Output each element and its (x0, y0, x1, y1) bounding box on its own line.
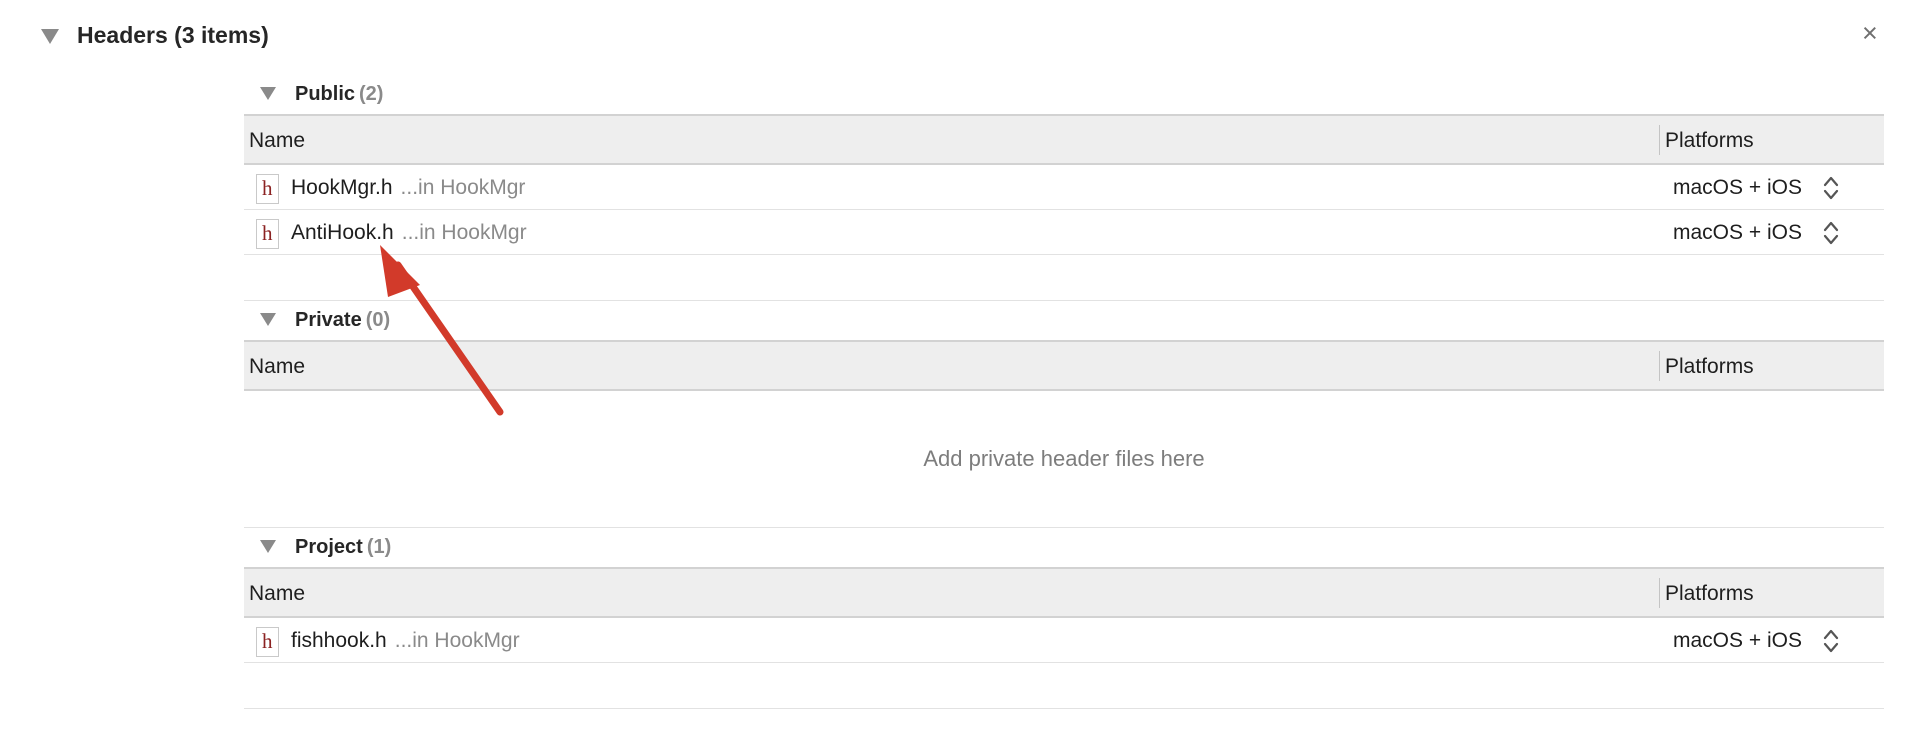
platforms-column-header[interactable]: Platforms (1665, 582, 1754, 606)
file-location: ...in HookMgr (400, 176, 526, 199)
headers-title: Headers (3 items) (77, 22, 269, 48)
header-file-icon: h (256, 174, 279, 204)
file-name: fishhook.h ...in HookMgr (291, 629, 520, 652)
up-down-stepper-icon[interactable] (1822, 174, 1840, 202)
platforms-column-header[interactable]: Platforms (1665, 355, 1754, 379)
file-name: HookMgr.h ...in HookMgr (291, 176, 526, 199)
platforms-value[interactable]: macOS + iOS (1673, 221, 1802, 245)
project-column-header: Name Platforms (244, 567, 1884, 618)
project-section-title: Project (1) (295, 536, 391, 559)
up-down-stepper-icon[interactable] (1822, 219, 1840, 247)
column-divider[interactable] (1659, 125, 1660, 155)
file-location: ...in HookMgr (394, 629, 520, 652)
headers-disclosure-icon[interactable] (41, 29, 59, 44)
header-file-icon: h (256, 627, 279, 657)
project-section-count: (1) (366, 536, 392, 558)
platforms-column-header[interactable]: Platforms (1665, 129, 1754, 153)
platforms-value[interactable]: macOS + iOS (1673, 629, 1802, 653)
public-disclosure-icon[interactable] (260, 87, 276, 100)
column-divider[interactable] (1659, 351, 1660, 381)
public-section-title: Public (2) (295, 83, 383, 106)
red-arrow-annotation (380, 245, 504, 416)
project-disclosure-icon[interactable] (260, 540, 276, 553)
section-divider (244, 527, 1884, 528)
table-row[interactable]: h HookMgr.h ...in HookMgr macOS + iOS (244, 165, 1884, 210)
private-section-label: Private (295, 309, 362, 331)
table-row[interactable]: h fishhook.h ...in HookMgr macOS + iOS (244, 618, 1884, 663)
column-divider[interactable] (1659, 578, 1660, 608)
name-column-header[interactable]: Name (249, 582, 305, 606)
public-column-header: Name Platforms (244, 114, 1884, 165)
close-icon[interactable]: × (1862, 20, 1878, 47)
up-down-stepper-icon[interactable] (1822, 627, 1840, 655)
platforms-value[interactable]: macOS + iOS (1673, 176, 1802, 200)
section-divider (244, 708, 1884, 709)
header-file-icon: h (256, 219, 279, 249)
private-disclosure-icon[interactable] (260, 313, 276, 326)
empty-placeholder-text: Add private header files here (923, 446, 1205, 471)
public-section-label: Public (295, 83, 356, 105)
public-section-count: (2) (359, 83, 384, 105)
project-section-label: Project (295, 536, 363, 558)
name-column-header[interactable]: Name (249, 355, 305, 379)
name-column-header[interactable]: Name (249, 129, 305, 153)
